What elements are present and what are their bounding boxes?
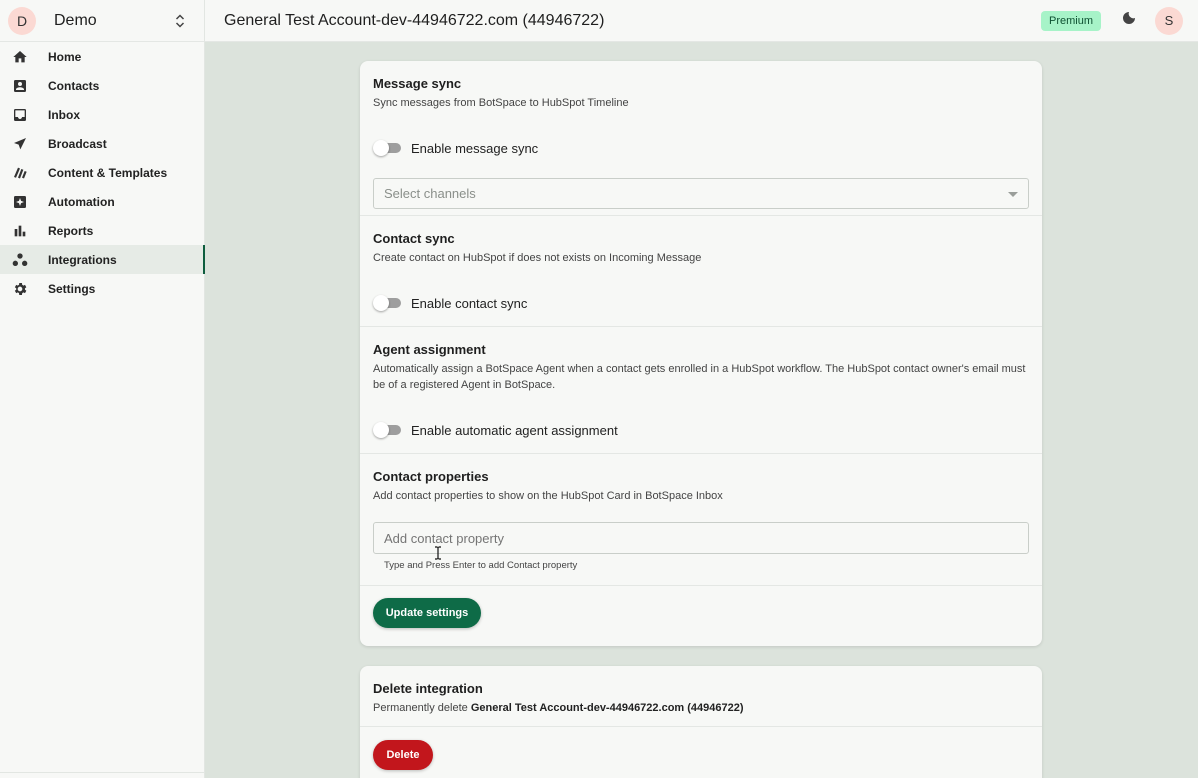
integrations-icon <box>12 252 28 268</box>
page-title: General Test Account-dev-44946722.com (4… <box>224 11 605 29</box>
sidebar-item-label: Automation <box>48 194 115 209</box>
section-description: Automatically assign a BotSpace Agent wh… <box>373 363 1026 391</box>
select-placeholder: Select channels <box>384 186 476 201</box>
sidebar-item-label: Settings <box>48 281 96 296</box>
message-sync-section: Message sync Sync messages from BotSpace… <box>360 61 1042 216</box>
section-title: Agent assignment <box>373 342 486 357</box>
user-avatar[interactable]: S <box>1155 6 1183 35</box>
sidebar-item-integrations[interactable]: Integrations <box>0 245 205 274</box>
card-actions: Update settings <box>360 586 1042 640</box>
sidebar-item-label: Content & Templates <box>48 165 168 180</box>
bar-chart-icon <box>12 223 28 239</box>
hubspot-settings-card: Message sync Sync messages from BotSpace… <box>360 61 1042 646</box>
contact-property-input[interactable]: Add contact property <box>373 522 1029 554</box>
sidebar-item-label: Reports <box>48 223 94 238</box>
unfold-icon[interactable] <box>171 10 189 32</box>
sidebar-item-content-templates[interactable]: Content & Templates <box>0 158 204 187</box>
moon-icon <box>1121 10 1137 31</box>
top-bar: General Test Account-dev-44946722.com (4… <box>205 0 1198 42</box>
sidebar-nav: Home Contacts Inbox Broadcast Content & … <box>0 42 205 303</box>
workspace-switcher[interactable]: D Demo <box>0 0 204 42</box>
section-description: Permanently delete General Test Account-… <box>373 700 1029 716</box>
delete-integration-section: Delete integration Permanently delete Ge… <box>360 666 1042 727</box>
section-description: Create contact on HubSpot if does not ex… <box>373 252 702 264</box>
delete-description-prefix: Permanently delete <box>373 702 471 714</box>
sidebar-footer-divider <box>0 772 205 778</box>
workspace-name: Demo <box>54 11 97 29</box>
section-title: Message sync <box>373 76 462 91</box>
inbox-icon <box>12 107 28 123</box>
home-icon <box>12 49 28 65</box>
sidebar-item-label: Integrations <box>48 252 117 267</box>
agent-assignment-toggle[interactable] <box>373 420 401 440</box>
helper-text: Type and Press Enter to add Contact prop… <box>384 560 578 571</box>
sidebar-item-label: Broadcast <box>48 136 107 151</box>
update-settings-button[interactable]: Update settings <box>373 598 481 628</box>
sidebar-item-automation[interactable]: Automation <box>0 187 204 216</box>
contacts-icon <box>12 78 28 94</box>
channels-select[interactable]: Select channels <box>373 178 1029 209</box>
plan-badge: Premium <box>1040 10 1101 31</box>
caret-down-icon <box>1008 186 1018 201</box>
section-description: Sync messages from BotSpace to HubSpot T… <box>373 97 629 109</box>
sidebar-item-home[interactable]: Home <box>0 42 204 71</box>
text-cursor-icon <box>434 546 442 560</box>
gear-icon <box>12 281 28 297</box>
toggle-label: Enable contact sync <box>411 295 528 311</box>
sidebar-item-broadcast[interactable]: Broadcast <box>0 129 204 158</box>
contact-sync-section: Contact sync Create contact on HubSpot i… <box>360 216 1042 327</box>
sidebar-item-reports[interactable]: Reports <box>0 216 204 245</box>
sidebar: D Demo Home Contacts Inbox Broadcast Con… <box>0 0 205 778</box>
sidebar-item-label: Home <box>48 49 82 64</box>
contact-properties-section: Contact properties Add contact propertie… <box>360 454 1042 586</box>
workspace-avatar: D <box>8 6 36 35</box>
templates-icon <box>12 165 28 181</box>
section-title: Contact properties <box>373 469 489 484</box>
sidebar-item-inbox[interactable]: Inbox <box>0 100 204 129</box>
agent-assignment-section: Agent assignment Automatically assign a … <box>360 327 1042 454</box>
delete-entity-name: General Test Account-dev-44946722.com (4… <box>470 702 744 714</box>
sidebar-item-label: Contacts <box>48 78 100 93</box>
sidebar-item-label: Inbox <box>48 107 80 122</box>
section-title: Delete integration <box>373 681 483 696</box>
message-sync-toggle[interactable] <box>373 138 401 158</box>
contact-sync-toggle-row: Enable contact sync <box>373 293 1029 313</box>
section-title: Contact sync <box>373 231 455 246</box>
toggle-label: Enable automatic agent assignment <box>411 422 618 438</box>
delete-integration-card: Delete integration Permanently delete Ge… <box>360 666 1042 778</box>
sidebar-item-contacts[interactable]: Contacts <box>0 71 204 100</box>
card-actions: Delete <box>360 727 1042 778</box>
section-description: Add contact properties to show on the Hu… <box>373 490 723 502</box>
sidebar-item-settings[interactable]: Settings <box>0 274 204 303</box>
send-icon <box>12 136 28 152</box>
delete-button[interactable]: Delete <box>373 740 433 770</box>
toggle-label: Enable message sync <box>411 140 539 156</box>
dark-mode-toggle[interactable] <box>1117 9 1141 33</box>
message-sync-toggle-row: Enable message sync <box>373 138 1029 158</box>
contact-sync-toggle[interactable] <box>373 293 401 313</box>
agent-assignment-toggle-row: Enable automatic agent assignment <box>373 420 1029 440</box>
automation-icon <box>12 194 28 210</box>
